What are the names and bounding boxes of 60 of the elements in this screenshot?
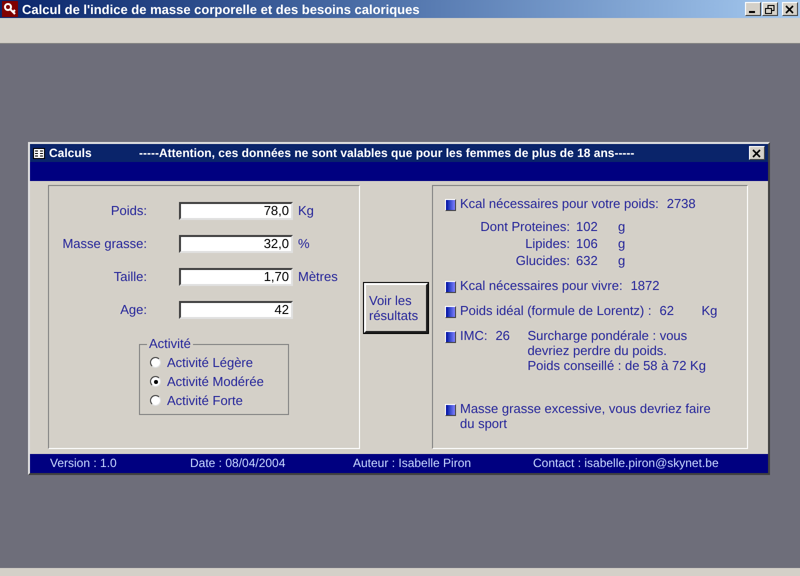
- nutrient-value: 102: [576, 219, 599, 234]
- result-label: Poids idéal (formule de Lorentz) :: [460, 303, 652, 318]
- result-label: IMC:: [460, 328, 488, 345]
- number-field[interactable]: 1,70: [179, 268, 293, 286]
- restore-button[interactable]: [762, 2, 778, 16]
- unit-label: Kg: [297, 203, 314, 218]
- field-label: Age:: [119, 302, 148, 317]
- result-note: Poids conseillé : de 58 à 72 Kg: [527, 358, 707, 373]
- result-value: 26: [495, 328, 511, 345]
- nutrient-label: Dont Proteines:: [479, 219, 570, 234]
- radio-button[interactable]: [150, 376, 161, 387]
- close-icon: [785, 4, 795, 14]
- close-button[interactable]: [782, 2, 798, 16]
- close-button[interactable]: [749, 146, 765, 160]
- result-label: Kcal nécessaires pour votre poids:: [460, 196, 659, 211]
- nutrient-unit: g: [617, 236, 626, 251]
- key-icon: [2, 1, 18, 17]
- footer-text: Auteur : Isabelle Piron: [353, 456, 472, 471]
- restore-icon: [765, 4, 775, 14]
- result-label: Kcal nécessaires pour vivre:: [460, 278, 623, 293]
- group-legend: Activité: [147, 336, 193, 351]
- number-field[interactable]: 42: [179, 300, 293, 318]
- results-button[interactable]: Voir les résultats: [364, 283, 428, 333]
- minimize-button[interactable]: [745, 2, 761, 16]
- radio-label: Activité Modérée: [167, 374, 264, 389]
- nutrient-unit: g: [617, 219, 626, 234]
- result-value: 62: [659, 303, 675, 318]
- field-label: Taille:: [112, 269, 148, 284]
- footer-text: Date : 08/04/2004: [190, 456, 286, 471]
- footer-text: Contact : isabelle.piron@skynet.be: [533, 456, 719, 471]
- unit-label: %: [297, 236, 310, 251]
- bullet-icon: [445, 331, 456, 343]
- radio-button[interactable]: [150, 357, 161, 368]
- nutrient-value: 632: [576, 253, 599, 268]
- radio-label: Activité Forte: [167, 393, 243, 408]
- number-field[interactable]: 78,0: [179, 202, 293, 220]
- form-title: Calculs: [49, 146, 93, 160]
- bullet-icon: [445, 281, 456, 293]
- nutrient-label: Glucides:: [514, 253, 570, 268]
- close-icon: [752, 148, 762, 158]
- result-note: Masse grasse excessive, vous devriez faire du sport: [460, 401, 712, 431]
- radio-button[interactable]: [150, 395, 161, 406]
- nutrient-unit: g: [617, 253, 626, 268]
- form-icon: [33, 148, 45, 158]
- minimize-icon: [749, 11, 755, 13]
- bullet-icon: [445, 199, 456, 211]
- result-unit: Kg: [700, 303, 718, 318]
- nutrient-label: Lipides:: [524, 236, 570, 251]
- number-field[interactable]: 32,0: [179, 234, 293, 252]
- bullet-icon: [445, 306, 456, 318]
- footer-text: Version : 1.0: [50, 456, 118, 471]
- unit-label: Mètres: [297, 269, 338, 284]
- bullet-icon: [445, 404, 456, 416]
- field-label: Masse grasse:: [61, 236, 148, 251]
- warning-text: -----Attention, ces données ne sont valables que pour les femmes de plus de 18 ans-----: [139, 146, 636, 160]
- window-title: Calcul de l'indice de masse corporelle et des besoins caloriques: [22, 2, 421, 16]
- nutrient-value: 106: [576, 236, 599, 251]
- field-label: Poids:: [110, 203, 148, 218]
- result-note: Surcharge pondérale : vous devriez perdre du poids.: [527, 328, 688, 358]
- radio-label: Activité Légère: [167, 355, 253, 370]
